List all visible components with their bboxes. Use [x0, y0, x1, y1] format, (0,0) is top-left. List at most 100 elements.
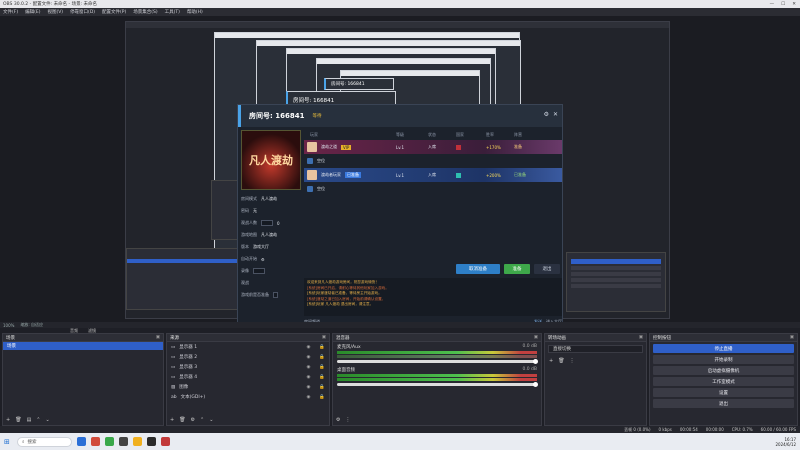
minimize-button[interactable]: — — [770, 2, 775, 7]
chat-line: [系统]玩家 凡人渡劫 退出房间，请注意。 — [307, 302, 374, 307]
dock-options-icon[interactable]: ▣ — [156, 335, 160, 340]
transitions-dock: 转场动画 ▣ 直接切换 + 🗑 ⋮ — [544, 333, 647, 426]
ready-button[interactable]: 准备 — [504, 264, 530, 274]
source-item[interactable]: ▭ 显示器 3 ◉ 🔒 — [167, 362, 329, 372]
source-item[interactable]: ▨ 图像 ◉ 🔒 — [167, 382, 329, 392]
volume-meter — [337, 378, 537, 381]
studio-mode-button[interactable]: 工作室模式 — [653, 377, 794, 386]
taskbar-app-icon[interactable] — [119, 437, 128, 446]
volume-slider[interactable] — [337, 359, 538, 364]
source-item[interactable]: ▭ 显示器 2 ◉ 🔒 — [167, 352, 329, 362]
taskbar-clock[interactable]: 16:17 2024/6/12 — [775, 437, 800, 447]
player-row[interactable]: 渡劫者玩家 已准备 Lv.1 入席 +200% 已准备 — [304, 168, 562, 182]
lock-icon: 🔒 — [319, 354, 325, 360]
mixer-settings-icon[interactable]: ⚙ — [336, 417, 340, 423]
eye-icon: ◉ — [306, 364, 311, 370]
scene-item[interactable]: 场景 — [3, 342, 163, 350]
move-down-icon[interactable]: ⌄ — [46, 417, 50, 423]
stop-streaming-button[interactable]: 停止直播 — [653, 344, 794, 353]
settings-icon[interactable]: ⚙ — [191, 417, 195, 423]
mixer-channel: 桌面音频 0.0 dB — [333, 365, 541, 388]
menu-file[interactable]: 文件(F) — [3, 9, 18, 15]
maximize-button[interactable]: ☐ — [781, 2, 785, 7]
menu-scene-collection[interactable]: 场景集合(S) — [133, 9, 157, 15]
volume-meter — [337, 351, 537, 354]
transition-select[interactable]: 直接切换 — [548, 345, 643, 353]
taskbar-app-icon[interactable] — [77, 437, 86, 446]
captured-menubar — [126, 22, 669, 28]
menu-profile[interactable]: 配置文件(P) — [102, 9, 126, 15]
mixer-menu-icon[interactable]: ⋮ — [345, 417, 350, 423]
taskbar-app-icon[interactable] — [161, 437, 170, 446]
source-item[interactable]: ab 文本(GDI+) ◉ 🔒 — [167, 392, 329, 402]
slider-knob — [533, 359, 538, 364]
taskbar-app-icon[interactable] — [133, 437, 142, 446]
remove-icon[interactable]: 🗑 — [558, 358, 564, 364]
empty-slot-icon — [307, 158, 313, 164]
recursive-room-title: 房间号: 166841 — [324, 78, 394, 90]
image-icon: ▨ — [171, 384, 176, 390]
menu-view[interactable]: 视图(V) — [47, 9, 63, 15]
windows-start-icon[interactable]: ⊞ — [4, 438, 12, 446]
game-poster: 凡人渡劫 — [241, 130, 301, 190]
volume-slider[interactable] — [337, 382, 538, 387]
add-icon[interactable]: + — [6, 417, 10, 423]
slider-knob — [533, 382, 538, 387]
move-up-icon[interactable]: ⌃ — [36, 417, 40, 423]
cancel-ready-button[interactable]: 取消准备 — [456, 264, 500, 274]
player-row-empty[interactable]: 空位 — [304, 154, 562, 168]
exit-room-button[interactable]: 退出 — [534, 264, 560, 274]
move-up-icon[interactable]: ⌃ — [200, 417, 204, 423]
menu-help[interactable]: 帮助(H) — [187, 9, 203, 15]
settings-button[interactable]: 设置 — [653, 388, 794, 397]
menu-edit[interactable]: 编辑(E) — [25, 9, 40, 15]
menu-tools[interactable]: 工具(T) — [165, 9, 180, 15]
add-icon[interactable]: + — [549, 358, 553, 364]
eye-icon: ◉ — [306, 354, 311, 360]
lock-icon: 🔒 — [319, 374, 325, 380]
remove-icon[interactable]: 🗑 — [179, 417, 185, 423]
dock-options-icon[interactable]: ▣ — [790, 335, 794, 340]
close-button[interactable]: ✕ — [792, 2, 796, 7]
spectator-count-input[interactable] — [261, 220, 273, 226]
monitor-icon: ▭ — [171, 374, 176, 380]
source-item[interactable]: ▭ 显示器 4 ◉ 🔒 — [167, 372, 329, 382]
dock-options-icon[interactable]: ▣ — [639, 335, 643, 340]
room-close-icon[interactable]: ✕ — [553, 111, 558, 118]
start-virtual-camera-button[interactable]: 启动虚拟摄像机 — [653, 366, 794, 375]
ready-checkbox[interactable] — [273, 292, 278, 298]
taskbar-app-icon[interactable] — [147, 437, 156, 446]
taskbar-app-icon[interactable] — [91, 437, 100, 446]
taskbar-app-icon[interactable] — [105, 437, 114, 446]
move-down-icon[interactable]: ⌄ — [209, 417, 213, 423]
obs-status-bar: 丢帧 0 (0.0%) 0 kbps 00:00:54 00:00:00 CPU… — [0, 426, 800, 433]
preview-canvas[interactable]: 房间号: 166841 房间号: 166841 房间号: 166841 等待 ⚙… — [0, 16, 800, 326]
player-row[interactable]: 渡劫之道 VIP Lv.1 入席 +170% 准备 — [304, 140, 562, 154]
sources-dock: 来源 ▣ ▭ 显示器 1 ◉ 🔒 ▭ 显示器 2 ◉ 🔒 ▭ 显示器 3 ◉ 🔒 ▭ 显示器 4 ◉ 🔒 … — [166, 333, 330, 426]
menu-docks[interactable]: 停靠窗口(D) — [70, 9, 95, 15]
lock-icon: 🔒 — [319, 384, 325, 390]
auto-start-gear-icon[interactable]: ⚙ — [261, 257, 265, 262]
avatar — [307, 170, 317, 180]
taskbar: ⊞ ⌕ 搜索 16:17 2024/6/12 — [0, 433, 800, 450]
team-flag — [456, 144, 461, 150]
dropped-frames: 丢帧 0 (0.0%) — [624, 426, 651, 432]
record-checkbox[interactable] — [253, 268, 265, 274]
vip-badge: VIP — [341, 144, 352, 150]
taskbar-search[interactable]: ⌕ 搜索 — [17, 436, 72, 447]
filter-icon[interactable]: ▤ — [27, 417, 32, 423]
dock-options-icon[interactable]: ▣ — [534, 335, 538, 340]
volume-meter — [337, 374, 537, 377]
source-item[interactable]: ▭ 显示器 1 ◉ 🔒 — [167, 342, 329, 352]
menu-icon[interactable]: ⋮ — [570, 358, 575, 364]
eye-icon: ◉ — [306, 394, 311, 400]
add-icon[interactable]: + — [170, 417, 174, 423]
player-list-header: 玩家 等级 状态 国家 胜率 阵营 — [310, 132, 522, 137]
exit-button[interactable]: 退出 — [653, 399, 794, 408]
remove-icon[interactable]: 🗑 — [15, 417, 21, 423]
eye-icon: ◉ — [306, 384, 311, 390]
start-recording-button[interactable]: 开始录制 — [653, 355, 794, 364]
room-settings-icon[interactable]: ⚙ — [544, 111, 549, 118]
dock-options-icon[interactable]: ▣ — [322, 335, 326, 340]
player-row-empty[interactable]: 空位 — [304, 182, 562, 196]
